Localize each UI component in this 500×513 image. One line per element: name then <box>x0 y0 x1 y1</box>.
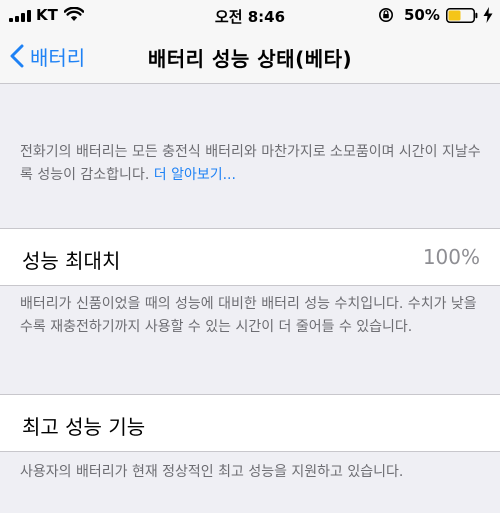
peak-performance-description: 사용자의 배터리가 현재 정상적인 최고 성능을 지원하고 있습니다. <box>20 464 404 480</box>
charging-bolt-icon <box>483 7 493 23</box>
intro-text: 전화기의 배터리는 모든 충전식 배터리와 마찬가지로 소모품이며 시간이 지날… <box>20 144 481 183</box>
orientation-lock-icon <box>379 8 393 22</box>
peak-performance-cell: 최고 성능 기능 <box>0 394 500 452</box>
max-capacity-description: 배터리가 신품이었을 때의 성능에 대비한 배터리 성능 수치입니다. 수치가 … <box>20 296 477 335</box>
max-capacity-cell: 성능 최대치 100% <box>0 228 500 286</box>
max-capacity-label: 성능 최대치 <box>22 249 121 273</box>
battery-percentage: 50% <box>404 6 440 24</box>
max-capacity-value: 100% <box>422 245 480 269</box>
learn-more-link[interactable]: 더 알아보기... <box>154 167 236 183</box>
navigation-bar: 배터리 배터리 성능 상태(베타) <box>0 30 500 84</box>
intro-description: 전화기의 배터리는 모든 충전식 배터리와 마찬가지로 소모품이며 시간이 지날… <box>20 141 485 187</box>
peak-performance-label: 최고 성능 기능 <box>22 415 146 439</box>
battery-icon <box>446 8 478 23</box>
page-title: 배터리 성능 상태(베타) <box>147 47 353 71</box>
status-bar: KT 오전 8:46 50% <box>0 0 500 30</box>
